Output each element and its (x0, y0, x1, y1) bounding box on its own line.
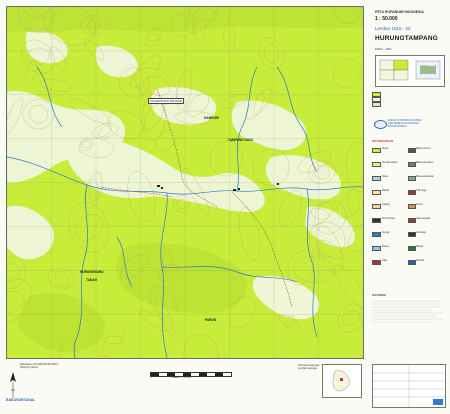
footer-agency: BAKOSURTANAL (6, 398, 36, 402)
legend-swatch (372, 260, 381, 265)
legend-label: Kontur (416, 204, 423, 206)
publisher-note: Diterbitkan oleh BAKOSURTANAL Cibinong, … (20, 363, 59, 369)
legend-label: Batas kabupaten (416, 162, 434, 164)
legend-swatch (408, 190, 416, 195)
legend-label: Hutan (382, 148, 389, 150)
legend-swatch (408, 218, 416, 223)
location-diagram (322, 364, 362, 398)
legend-section-title: KETERANGAN (372, 139, 394, 143)
scale-bar-label: Skala 1 : 50.000 (172, 376, 191, 379)
legend-swatch (408, 204, 416, 209)
map-sheet: KALIMANTAN TENGAH KAMPURI TAMPANG RAYA H… (0, 0, 450, 414)
legend-swatch (372, 204, 381, 209)
legend-swatch (372, 148, 381, 153)
legend-swatch (408, 260, 416, 265)
place-label-parun: PARUN (205, 318, 217, 322)
legend-label: Sekolah (416, 260, 425, 262)
notes-title: CATATAN (372, 293, 386, 297)
topographic-map[interactable] (7, 7, 363, 358)
place-label-tanah: TANAH (86, 278, 97, 282)
legend-swatch (372, 218, 381, 223)
legend-label: Jalan (382, 260, 388, 262)
legend-row: Sawah Titik tinggi (372, 190, 444, 195)
legend-swatch (408, 148, 416, 153)
legend-label: Rawa (382, 176, 388, 178)
legend-row: Danau Masjid (372, 246, 444, 251)
legend-label: Semak belukar (382, 162, 398, 164)
legend-row: Ladang Kontur (372, 204, 444, 209)
legend-swatch (372, 162, 381, 167)
reliability-table (372, 364, 446, 408)
place-label-tampang: TAMPANG RAYA (228, 138, 253, 142)
location-note: Petunjuk letak peta Lembar tetangga (298, 364, 320, 370)
legend-swatch (372, 246, 381, 251)
place-label-hurungmuhu: HURUNGMUHU (80, 270, 104, 274)
legend-label: Jembatan (416, 232, 427, 234)
legend-row: Jalan Sekolah (372, 260, 444, 265)
sheet-name: HURUNGTAMPANG (375, 35, 439, 42)
legend-swatch (372, 176, 381, 181)
map-scale: 1 : 50.000 (375, 16, 398, 22)
sheet-index-diagram (375, 55, 445, 87)
bakosurtanal-logo (374, 120, 387, 129)
legend-row (372, 97, 444, 102)
province-label: KALIMANTAN TENGAH (148, 98, 185, 104)
map-area[interactable] (6, 6, 364, 359)
legend-label: Permukiman (382, 218, 395, 220)
notes-lines (372, 300, 442, 323)
legend-row: Hutan Batas provinsi (372, 148, 444, 153)
legend-label: Danau (382, 246, 389, 248)
legend-label: Sawah (382, 190, 390, 192)
place-label-kampuri: KAMPURI (204, 116, 219, 120)
legend-label: Sungai (382, 232, 390, 234)
legend-label: Titik tinggi (416, 190, 427, 192)
legend-swatch (372, 232, 381, 237)
legend-swatch (408, 176, 416, 181)
legend-row (372, 102, 444, 107)
legend-swatch (408, 246, 416, 251)
legend-swatch (372, 190, 381, 195)
legend-label: Ladang (382, 204, 390, 206)
legend-row: Semak belukar Batas kabupaten (372, 162, 444, 167)
legend-swatch (408, 232, 416, 237)
series-title: PETA RUPABUMI INDONESIA (375, 10, 424, 14)
scale-bar (150, 372, 232, 377)
edition-label: EDISI I - 2007 (375, 48, 392, 51)
legend-label: Jalan setapak (416, 218, 431, 220)
legend-label: Batas kecamatan (416, 176, 434, 178)
sheet-number: Lembar 1615 - 22 (375, 26, 411, 31)
legend-swatch (408, 162, 416, 167)
legend-label: Batas provinsi (416, 148, 431, 150)
legend-label: Masjid (416, 246, 423, 248)
legend-row: Permukiman Jalan setapak (372, 218, 444, 223)
legend-row: Rawa Batas kecamatan (372, 176, 444, 181)
legend-row (372, 92, 444, 97)
agency-name: BADAN KOORDINASI SURVEI DAN PEMETAAN NAS… (388, 119, 422, 128)
north-arrow-icon (10, 372, 16, 398)
legend-row: Sungai Jembatan (372, 232, 444, 237)
